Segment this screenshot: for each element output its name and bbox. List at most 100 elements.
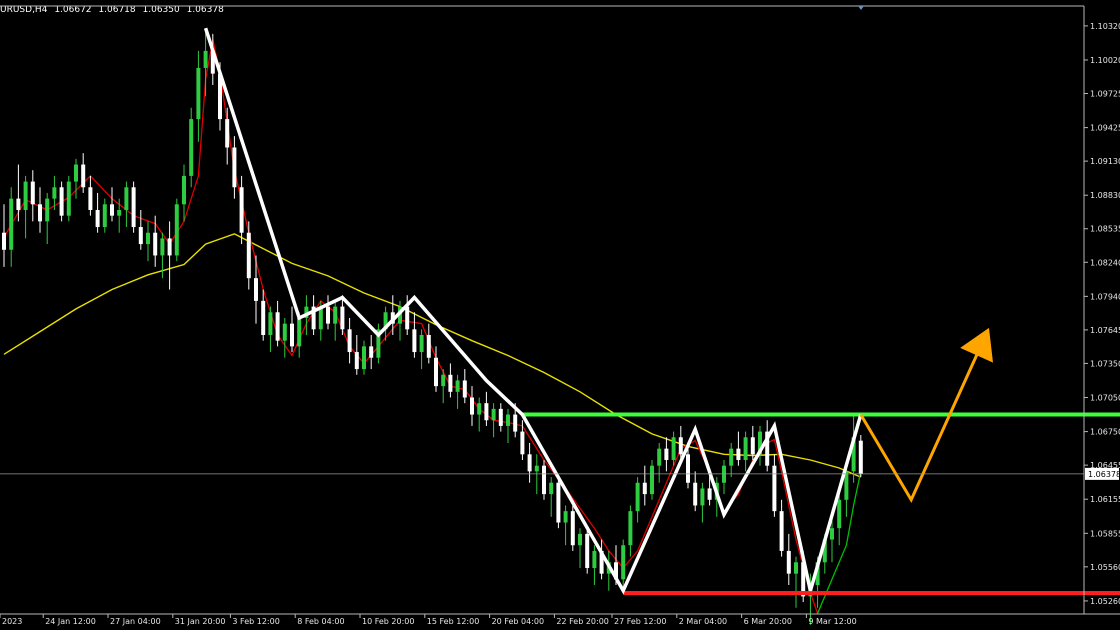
candle-body	[16, 198, 21, 210]
candle-body	[570, 511, 575, 546]
candle-body	[167, 238, 172, 256]
candle-body	[110, 204, 114, 216]
y-tick-label: 1.10320	[1090, 22, 1120, 31]
projection-path	[859, 340, 985, 504]
candle-body	[592, 550, 597, 568]
candle-body	[2, 232, 6, 250]
candle-body	[362, 346, 366, 370]
y-tick-label: 1.09425	[1090, 124, 1120, 133]
candle-body	[333, 306, 338, 324]
candle-body	[621, 545, 626, 580]
y-tick-label: 1.05260	[1090, 597, 1120, 606]
candle-body	[146, 232, 150, 245]
candle-body	[549, 482, 554, 495]
candle-body	[513, 414, 518, 432]
candle-body	[38, 204, 42, 222]
y-tick-label: 1.08830	[1090, 191, 1120, 200]
candle-body	[182, 175, 186, 205]
candle-body	[462, 380, 467, 398]
candle-body	[779, 511, 784, 551]
candle-body	[686, 454, 690, 483]
candle-body	[59, 187, 64, 216]
candle-body	[30, 181, 35, 205]
x-tick-label: 8 Feb 04:00	[297, 617, 344, 626]
candle-body	[542, 465, 546, 495]
candle-body	[23, 181, 28, 210]
candle-body	[9, 198, 14, 250]
candle-body	[275, 312, 280, 341]
candle-body	[88, 187, 93, 210]
candle-body	[830, 528, 834, 540]
candle-body	[117, 209, 122, 216]
x-tick-label: 20 Feb 04:00	[492, 617, 544, 626]
y-tick-label: 1.05560	[1090, 563, 1120, 572]
candle-body	[563, 511, 568, 523]
candle-body	[419, 335, 424, 353]
candle-body	[434, 357, 438, 387]
candle-body	[484, 403, 489, 421]
candle-body	[261, 300, 266, 336]
candle-body	[693, 482, 698, 506]
y-tick-label: 1.06750	[1090, 428, 1120, 437]
candle-body	[642, 482, 647, 495]
x-tick-label: 3 Feb 12:00	[232, 617, 279, 626]
candle-body	[448, 374, 453, 392]
y-tick-label: 1.09725	[1090, 90, 1120, 99]
candle-body	[426, 335, 431, 358]
candle-body	[455, 380, 460, 392]
x-tick-label: 27 Jan 04:00	[110, 617, 161, 626]
candle-body	[671, 437, 676, 461]
candle-body	[102, 204, 107, 228]
y-tick-label: 1.07350	[1090, 359, 1120, 368]
x-tick-label: 2 Mar 04:00	[679, 617, 727, 626]
x-tick-label: 10 Feb 20:00	[362, 617, 414, 626]
candle-body	[239, 187, 244, 233]
candle-body	[45, 198, 50, 222]
candle-body	[786, 550, 791, 574]
y-tick-label: 1.08240	[1090, 258, 1120, 267]
candle-body	[290, 323, 294, 347]
candle-body	[189, 119, 194, 176]
candle-body	[628, 511, 633, 546]
candle-body	[491, 408, 496, 421]
candle-body	[498, 408, 503, 426]
candle-body	[340, 306, 345, 330]
current-price-label: 1.06378	[1088, 470, 1120, 479]
candle-body	[441, 374, 446, 387]
candle-body	[95, 209, 100, 228]
candle-body	[160, 238, 165, 256]
x-tick-label: 27 Feb 12:00	[614, 617, 666, 626]
candle-body	[326, 306, 330, 324]
candle-body	[794, 562, 798, 574]
candle-body	[81, 164, 86, 188]
candle-body	[477, 403, 482, 415]
x-tick-label: 6 Mar 20:00	[744, 617, 792, 626]
candle-body	[246, 232, 251, 279]
candle-body	[506, 414, 510, 426]
y-tick-label: 1.06155	[1090, 495, 1120, 504]
candle-body	[585, 533, 590, 568]
candle-body	[74, 164, 78, 182]
x-tick-label: 15 Feb 12:00	[427, 617, 479, 626]
candle-body	[52, 187, 57, 199]
candle-body	[196, 67, 201, 120]
y-tick-label: 1.07940	[1090, 292, 1120, 301]
candle-body	[657, 448, 662, 466]
candle-body	[650, 465, 654, 495]
price-chart[interactable]: 1.10320 1.10020 1.09725 1.09425 1.09130 1.088…	[0, 0, 1120, 630]
x-tick-label: 9 Mar 12:00	[808, 617, 856, 626]
candle-body	[153, 232, 158, 256]
candle-body	[736, 448, 741, 461]
candle-body	[743, 437, 748, 461]
candle-body	[282, 323, 287, 341]
candle-body	[470, 397, 474, 415]
candle-body	[124, 187, 129, 210]
x-tick-label: 22 Feb 20:00	[556, 617, 608, 626]
chart-shift-marker-icon	[858, 6, 864, 10]
candle-body	[138, 227, 143, 245]
candle-body	[203, 50, 208, 68]
candle-body	[678, 437, 683, 455]
y-tick-label: 1.10020	[1090, 56, 1120, 65]
candle-body	[729, 448, 734, 466]
y-tick-label: 1.07050	[1090, 394, 1120, 403]
